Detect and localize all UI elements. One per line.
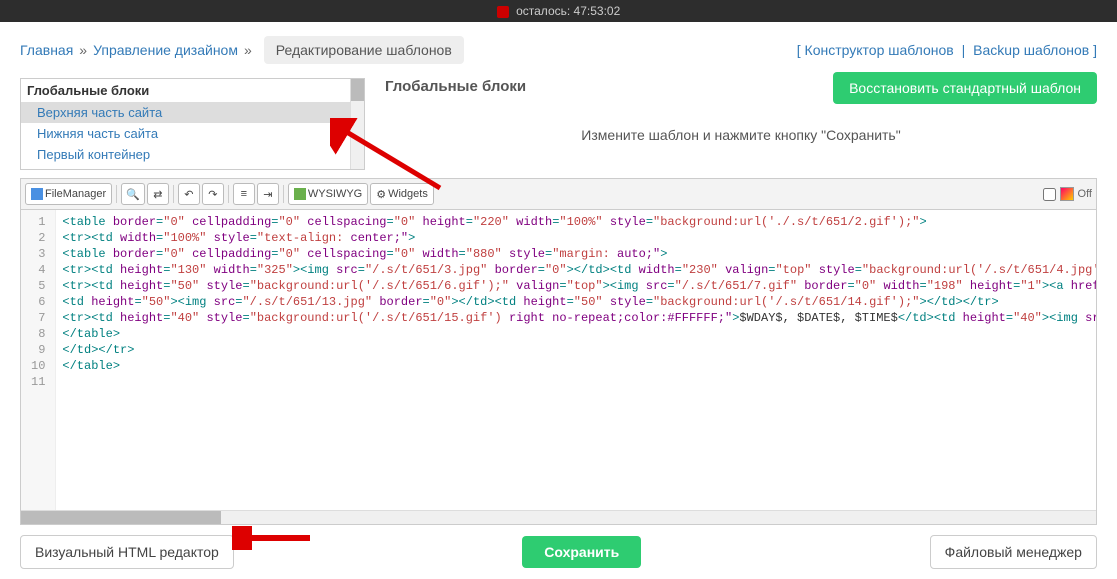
theme-icon[interactable] [1060, 187, 1074, 201]
undo-icon: ↶ [184, 188, 193, 201]
right-links: [ Конструктор шаблонов | Backup шаблонов… [797, 42, 1097, 58]
countdown-text: осталось: 47:53:02 [516, 4, 620, 18]
list-title: Глобальные блоки [21, 79, 364, 102]
align-icon: ≡ [241, 188, 247, 200]
hint-text: Измените шаблон и нажмите кнопку "Сохран… [385, 127, 1097, 143]
off-label: Off [1078, 188, 1092, 200]
breadcrumb-design[interactable]: Управление дизайном [93, 42, 238, 58]
save-button[interactable]: Сохранить [522, 536, 641, 568]
redo-button[interactable]: ↷ [202, 183, 224, 205]
file-icon [31, 188, 43, 200]
filemanager-button[interactable]: FileManager [25, 183, 112, 205]
topbar: осталось: 47:53:02 [0, 0, 1117, 22]
list-scrollbar[interactable] [350, 79, 364, 169]
breadcrumb: Главная » Управление дизайном » Редактир… [20, 36, 464, 64]
list-item-footer[interactable]: Нижняя часть сайта [21, 123, 364, 144]
replace-button[interactable]: ⇄ [147, 183, 169, 205]
restore-default-button[interactable]: Восстановить стандартный шаблон [833, 72, 1097, 104]
global-blocks-list[interactable]: Глобальные блоки Верхняя часть сайта Ниж… [20, 78, 365, 170]
gear-icon: ⚙ [376, 188, 386, 201]
breadcrumb-home[interactable]: Главная [20, 42, 73, 58]
indent-icon: ⇥ [263, 188, 272, 201]
editor-toolbar: FileManager 🔍 ⇄ ↶ ↷ ≡ ⇥ WYSIWYG ⚙ Widget… [21, 179, 1096, 210]
breadcrumb-sep: » [79, 42, 87, 58]
code-editor: FileManager 🔍 ⇄ ↶ ↷ ≡ ⇥ WYSIWYG ⚙ Widget… [20, 178, 1097, 525]
horizontal-scrollbar[interactable] [21, 510, 1096, 524]
link-template-constructor[interactable]: Конструктор шаблонов [805, 42, 954, 58]
search-button[interactable]: 🔍 [121, 183, 145, 205]
list-item-container1[interactable]: Первый контейнер [21, 144, 364, 165]
wysiwyg-button[interactable]: WYSIWYG [288, 183, 368, 205]
binoculars-icon: 🔍 [126, 188, 140, 201]
breadcrumb-current: Редактирование шаблонов [264, 36, 464, 64]
indent-button[interactable]: ⇥ [257, 183, 279, 205]
link-backup-templates[interactable]: Backup шаблонов [973, 42, 1089, 58]
countdown-icon [497, 6, 509, 18]
widgets-button[interactable]: ⚙ Widgets [370, 183, 434, 205]
wrap-checkbox[interactable] [1043, 188, 1056, 201]
line-gutter: 1234567891011 [21, 210, 56, 510]
undo-button[interactable]: ↶ [178, 183, 200, 205]
redo-icon: ↷ [208, 188, 217, 201]
swap-icon: ⇄ [153, 188, 162, 201]
breadcrumb-sep: » [244, 42, 252, 58]
format-button[interactable]: ≡ [233, 183, 255, 205]
wysiwyg-icon [294, 188, 306, 200]
code-content[interactable]: <table border="0" cellpadding="0" cellsp… [56, 210, 1096, 510]
list-item-header[interactable]: Верхняя часть сайта [21, 102, 364, 123]
